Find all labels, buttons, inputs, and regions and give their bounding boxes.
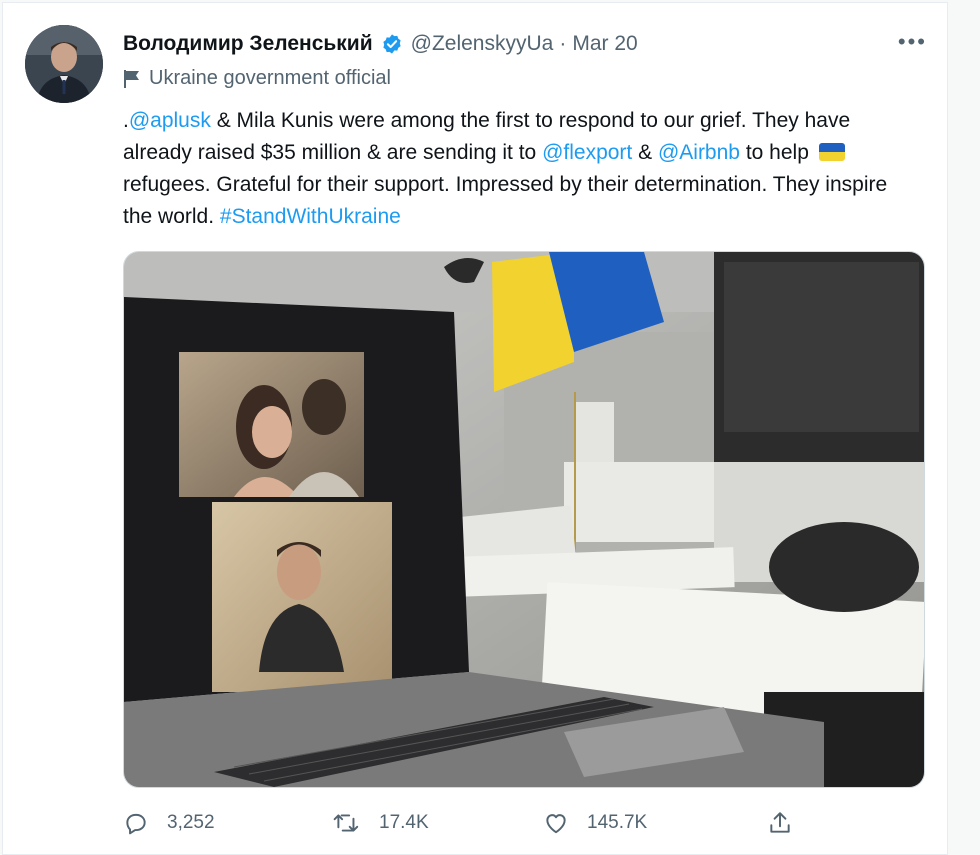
- tweet-text: .@aplusk & Mila Kunis were among the fir…: [123, 105, 913, 233]
- tweet-actions: 3,252 17.4K 145.7K: [123, 803, 923, 843]
- retweet-icon: [333, 814, 359, 832]
- mention-flexport[interactable]: @flexport: [542, 141, 632, 164]
- tweet-header: Володимир Зеленський @ZelenskyyUa · Mar …: [123, 29, 927, 59]
- ukraine-flag-emoji: [818, 143, 845, 161]
- text-part-2: &: [632, 141, 658, 164]
- retweet-count: 17.4K: [379, 812, 429, 833]
- avatar[interactable]: [25, 25, 103, 103]
- verified-badge-icon: [381, 33, 403, 55]
- tweet-date[interactable]: Mar 20: [572, 32, 637, 56]
- like-count: 145.7K: [587, 812, 648, 833]
- government-label-text: Ukraine government official: [149, 67, 391, 89]
- tweet-card[interactable]: Володимир Зеленський @ZelenskyyUa · Mar …: [2, 2, 948, 855]
- government-label: Ukraine government official: [123, 67, 391, 90]
- hashtag-standwithukraine[interactable]: #StandWithUkraine: [220, 205, 401, 228]
- reply-button[interactable]: 3,252: [123, 810, 215, 836]
- text-part-3: to help: [739, 141, 815, 164]
- reply-count: 3,252: [167, 812, 215, 833]
- separator-dot: ·: [559, 32, 567, 55]
- comment-icon: [126, 813, 146, 835]
- tweet-photo[interactable]: [123, 251, 925, 788]
- mention-aplusk[interactable]: @aplusk: [129, 109, 211, 132]
- mention-airbnb[interactable]: @Airbnb: [658, 141, 740, 164]
- retweet-button[interactable]: 17.4K: [333, 810, 429, 836]
- like-button[interactable]: 145.7K: [543, 810, 647, 836]
- share-icon: [770, 812, 790, 833]
- heart-icon: [546, 814, 566, 834]
- author-name[interactable]: Володимир Зеленський: [123, 32, 373, 56]
- flag-icon: [124, 69, 139, 88]
- more-icon[interactable]: •••: [898, 29, 927, 55]
- author-handle[interactable]: @ZelenskyyUa: [411, 32, 554, 56]
- share-button[interactable]: [767, 810, 811, 836]
